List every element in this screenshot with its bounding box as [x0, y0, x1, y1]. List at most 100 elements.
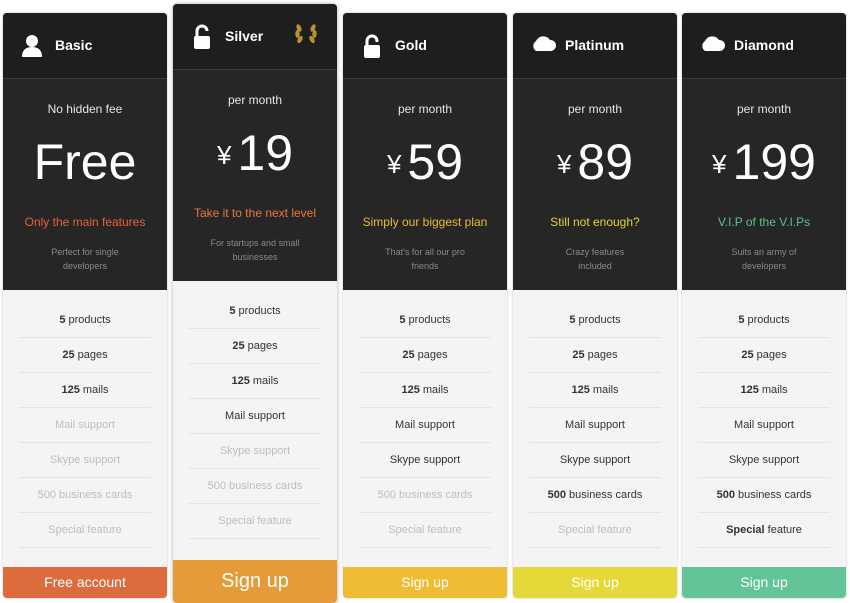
plan-description-line: included [578, 261, 612, 271]
feature-item: Special feature [189, 504, 321, 539]
feature-text: products [405, 314, 451, 326]
plan-header: Platinum per month ¥89 Still not enough? Cra… [513, 13, 677, 290]
plan-price: ¥89 [513, 132, 677, 192]
plan-header: Silver per month ¥19 Take it to the next le… [173, 4, 337, 281]
plan-card-gold: Gold per month ¥59 Simply our biggest plan T… [343, 13, 507, 598]
feature-text: business cards [734, 489, 812, 501]
plan-description-line: friends [411, 261, 439, 271]
plan-name: Basic [55, 37, 93, 53]
sign-up-button[interactable]: Sign up [513, 567, 677, 598]
price-amount: 199 [732, 134, 816, 190]
sign-up-button[interactable]: Sign up [173, 560, 337, 603]
plan-title-bar: Basic [3, 13, 167, 79]
feature-item: Skype support [698, 443, 830, 478]
plan-tagline: Still not enough? [550, 215, 640, 229]
feature-quantity: Special [726, 524, 765, 536]
plan-title-bar: Diamond [682, 13, 846, 79]
plan-price: Free [3, 132, 167, 195]
feature-text: pages [414, 349, 448, 361]
feature-item: 25 pages [698, 338, 830, 373]
feature-item: 25 pages [19, 338, 151, 373]
padlock-icon [359, 33, 385, 58]
laurel-wreath-icon [293, 20, 319, 46]
feature-text: Special feature [388, 524, 462, 536]
feature-item: 5 products [189, 294, 321, 329]
currency-symbol: ¥ [556, 149, 572, 179]
plan-description-line: developers [62, 261, 108, 271]
billing-period: No hidden fee [47, 102, 123, 116]
feature-item: Special feature [359, 513, 491, 548]
feature-text: Skype support [219, 445, 291, 457]
feature-quantity: 125 [61, 384, 80, 396]
feature-text: pages [74, 349, 108, 361]
feature-text: 500 business cards [377, 489, 473, 501]
feature-item: 125 mails [529, 373, 661, 408]
feature-text: mails [758, 384, 788, 396]
plan-description-line: That's for all our pro [385, 247, 465, 257]
feature-item: Special feature [698, 513, 830, 548]
feature-text: Skype support [559, 454, 631, 466]
plan-description-line: Perfect for single [51, 247, 119, 257]
feature-text: products [235, 305, 281, 317]
feature-item: Skype support [529, 443, 661, 478]
feature-item: Special feature [529, 513, 661, 548]
feature-text: Mail support [55, 419, 115, 431]
feature-text: pages [244, 340, 278, 352]
price-amount: Free [33, 134, 137, 190]
feature-item: 25 pages [359, 338, 491, 373]
plan-description-line: businesses [232, 252, 278, 262]
currency-symbol: ¥ [386, 149, 402, 179]
feature-item: Skype support [359, 443, 491, 478]
plan-price: ¥59 [343, 132, 507, 192]
feature-item: Mail support [698, 408, 830, 443]
feature-quantity: 500 [547, 489, 566, 501]
feature-quantity: 125 [571, 384, 590, 396]
feature-item: 125 mails [698, 373, 830, 408]
feature-quantity: 25 [232, 340, 245, 352]
feature-item: Mail support [529, 408, 661, 443]
plan-description-line: Suits an army of [731, 247, 797, 257]
feature-item: 5 products [19, 303, 151, 338]
feature-text: Special feature [48, 524, 122, 536]
billing-period: per month [567, 102, 623, 116]
plan-name: Platinum [565, 37, 625, 53]
feature-text: Mail support [565, 419, 625, 431]
plan-name: Diamond [734, 37, 794, 53]
feature-quantity: 125 [740, 384, 759, 396]
feature-text: 500 business cards [207, 480, 303, 492]
plan-description: Suits an army of developers [706, 245, 822, 273]
plan-tagline: V.I.P of the V.I.Ps [717, 215, 811, 229]
feature-quantity: 25 [572, 349, 585, 361]
free-account-button[interactable]: Free account [3, 567, 167, 598]
feature-text: Mail support [395, 419, 455, 431]
feature-item: 500 business cards [189, 469, 321, 504]
feature-text: Special feature [218, 515, 292, 527]
plan-description: That's for all our pro friends [367, 245, 483, 273]
feature-item: 125 mails [19, 373, 151, 408]
cloud-icon [529, 33, 557, 57]
currency-symbol: ¥ [216, 140, 232, 170]
feature-text: pages [584, 349, 618, 361]
billing-period: per month [227, 93, 283, 107]
feature-item: 5 products [529, 303, 661, 338]
sign-up-button[interactable]: Sign up [682, 567, 846, 598]
cloud-icon [698, 33, 726, 57]
user-icon [19, 33, 45, 57]
feature-item: 25 pages [529, 338, 661, 373]
plan-price: ¥19 [173, 123, 337, 183]
sign-up-button[interactable]: Sign up [343, 567, 507, 598]
plan-card-platinum: Platinum per month ¥89 Still not enough? Cra… [513, 13, 677, 598]
plan-header: Diamond per month ¥199 V.I.P of the V.I.Ps S… [682, 13, 846, 290]
plan-title-bar: Silver [173, 4, 337, 70]
billing-period: per month [397, 102, 453, 116]
feature-item: 500 business cards [698, 478, 830, 513]
feature-text: feature [764, 524, 802, 536]
feature-item: Mail support [189, 399, 321, 434]
feature-item: Skype support [19, 443, 151, 478]
feature-text: products [65, 314, 111, 326]
feature-list: 5 products 25 pages 125 mails Mail support S… [3, 290, 167, 548]
feature-text: mails [419, 384, 449, 396]
feature-text: 500 business cards [37, 489, 133, 501]
feature-item: 5 products [359, 303, 491, 338]
feature-item: Mail support [19, 408, 151, 443]
